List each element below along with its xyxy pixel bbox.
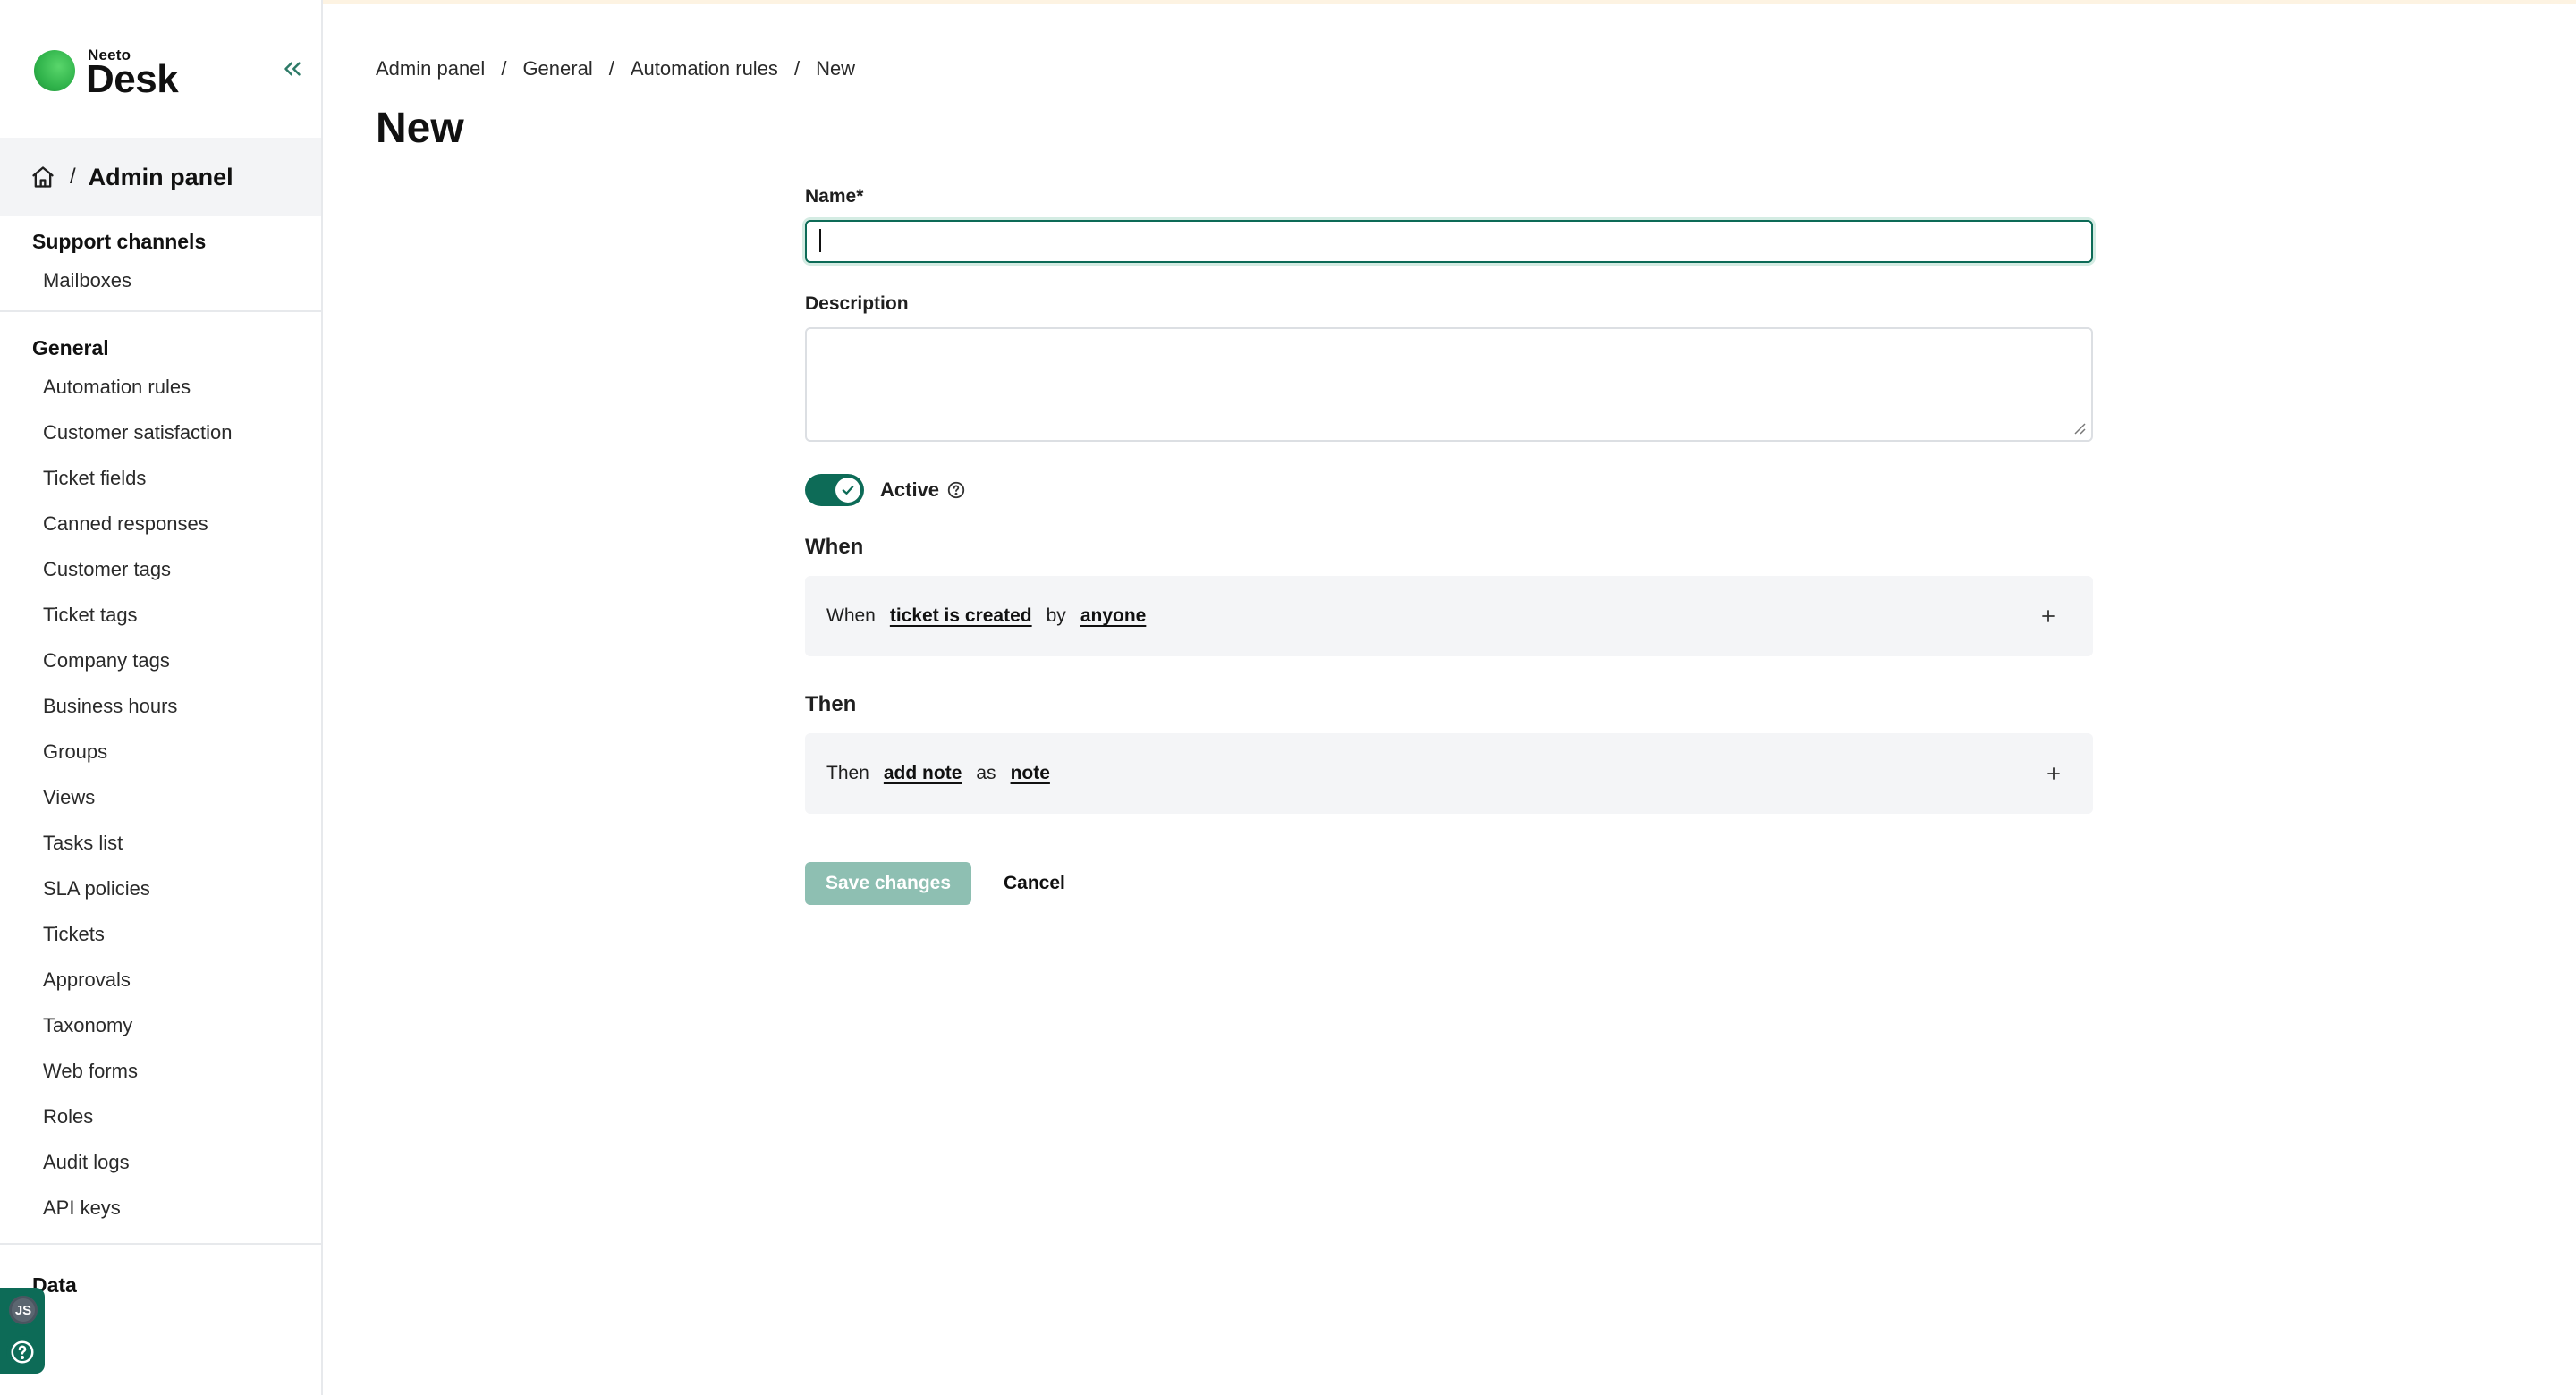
chevrons-left-icon xyxy=(284,62,301,76)
text-caret xyxy=(819,229,821,252)
breadcrumb-new: New xyxy=(816,57,856,80)
name-input[interactable] xyxy=(805,220,2093,263)
top-accent-line xyxy=(0,0,2576,4)
breadcrumb: Admin panel / General / Automation rules… xyxy=(376,57,855,80)
sidebar-divider xyxy=(0,310,321,312)
admin-panel-title: Admin panel xyxy=(88,163,233,190)
breadcrumb-separator: / xyxy=(608,57,614,80)
section-title-general: General xyxy=(32,336,109,359)
sidebar-divider xyxy=(0,1243,321,1245)
form-actions: Save changes Cancel xyxy=(805,862,2093,905)
section-title-support-channels: Support channels xyxy=(32,230,207,253)
resize-grip-icon[interactable] xyxy=(2072,420,2086,435)
then-title: Then xyxy=(805,692,857,716)
logo-mark-icon xyxy=(34,50,75,91)
sidebar-item-ticket-fields[interactable]: Ticket fields xyxy=(0,455,321,501)
admin-panel-header: / Admin panel xyxy=(0,138,321,216)
page-title: New xyxy=(376,105,464,152)
when-word: When xyxy=(826,605,876,626)
breadcrumb-admin-panel[interactable]: Admin panel xyxy=(376,57,485,80)
sidebar-item-mailboxes[interactable]: Mailboxes xyxy=(0,258,321,303)
breadcrumb-automation-rules[interactable]: Automation rules xyxy=(631,57,778,80)
help-circle-icon xyxy=(11,1340,34,1364)
sidebar-item-tickets[interactable]: Tickets xyxy=(0,911,321,957)
then-action-box: Then add note as note xyxy=(805,733,2093,814)
description-textarea[interactable] xyxy=(805,327,2093,442)
add-action-button[interactable] xyxy=(2043,763,2064,784)
sidebar-item-audit-logs[interactable]: Audit logs xyxy=(0,1139,321,1185)
logo-big-text: Desk xyxy=(86,57,179,101)
sidebar: Neeto Desk / Admin panel Support channel… xyxy=(0,0,323,1395)
sidebar-item-roles[interactable]: Roles xyxy=(0,1094,321,1139)
breadcrumb-general[interactable]: General xyxy=(522,57,592,80)
name-label: Name* xyxy=(805,186,864,207)
help-circle-icon[interactable] xyxy=(946,480,966,500)
admin-header-separator: / xyxy=(70,165,76,189)
cancel-button[interactable]: Cancel xyxy=(1004,873,1065,894)
add-condition-button[interactable] xyxy=(2038,605,2059,627)
when-condition-box: When ticket is created by anyone xyxy=(805,576,2093,656)
sidebar-item-taxonomy[interactable]: Taxonomy xyxy=(0,1002,321,1048)
sidebar-item-groups[interactable]: Groups xyxy=(0,729,321,774)
automation-rule-form: Name* Description Active When When ticke… xyxy=(805,186,2093,905)
sidebar-item-tasks-list[interactable]: Tasks list xyxy=(0,820,321,866)
active-toggle[interactable] xyxy=(805,474,864,506)
then-word: Then xyxy=(826,763,869,783)
toggle-knob xyxy=(835,478,860,503)
plus-icon xyxy=(2042,610,2055,622)
then-type-link[interactable]: note xyxy=(1011,763,1050,784)
plus-icon xyxy=(2047,767,2060,780)
sidebar-item-web-forms[interactable]: Web forms xyxy=(0,1048,321,1094)
sidebar-nav: Support channels Mailboxes General Autom… xyxy=(0,225,321,1245)
sidebar-item-automation-rules[interactable]: Automation rules xyxy=(0,364,321,410)
breadcrumb-separator: / xyxy=(501,57,507,80)
breadcrumb-separator: / xyxy=(793,57,801,80)
then-action-link[interactable]: add note xyxy=(884,763,962,784)
home-icon[interactable] xyxy=(30,165,55,190)
user-avatar[interactable]: JS xyxy=(6,1293,40,1327)
sidebar-item-customer-tags[interactable]: Customer tags xyxy=(0,546,321,592)
active-toggle-row: Active xyxy=(805,474,2093,506)
sidebar-item-company-tags[interactable]: Company tags xyxy=(0,638,321,683)
sidebar-item-approvals[interactable]: Approvals xyxy=(0,957,321,1002)
sidebar-item-api-keys[interactable]: API keys xyxy=(0,1185,321,1230)
check-icon xyxy=(842,486,854,495)
when-performer-link[interactable]: anyone xyxy=(1080,605,1147,627)
sidebar-item-canned-responses[interactable]: Canned responses xyxy=(0,501,321,546)
when-by-word: by xyxy=(1046,605,1066,626)
when-title: When xyxy=(805,535,864,559)
help-button[interactable] xyxy=(6,1336,38,1368)
save-changes-button[interactable]: Save changes xyxy=(805,862,971,905)
sidebar-item-sla-policies[interactable]: SLA policies xyxy=(0,866,321,911)
when-event-link[interactable]: ticket is created xyxy=(890,605,1032,627)
description-label: Description xyxy=(805,293,909,314)
sidebar-item-business-hours[interactable]: Business hours xyxy=(0,683,321,729)
sidebar-item-customer-satisfaction[interactable]: Customer satisfaction xyxy=(0,410,321,455)
active-label: Active xyxy=(880,478,940,501)
collapse-sidebar-button[interactable] xyxy=(279,55,306,82)
neeto-desk-logo[interactable]: Neeto Desk xyxy=(34,45,231,101)
sidebar-item-views[interactable]: Views xyxy=(0,774,321,820)
sidebar-item-ticket-tags[interactable]: Ticket tags xyxy=(0,592,321,638)
then-as-word: as xyxy=(976,763,996,783)
